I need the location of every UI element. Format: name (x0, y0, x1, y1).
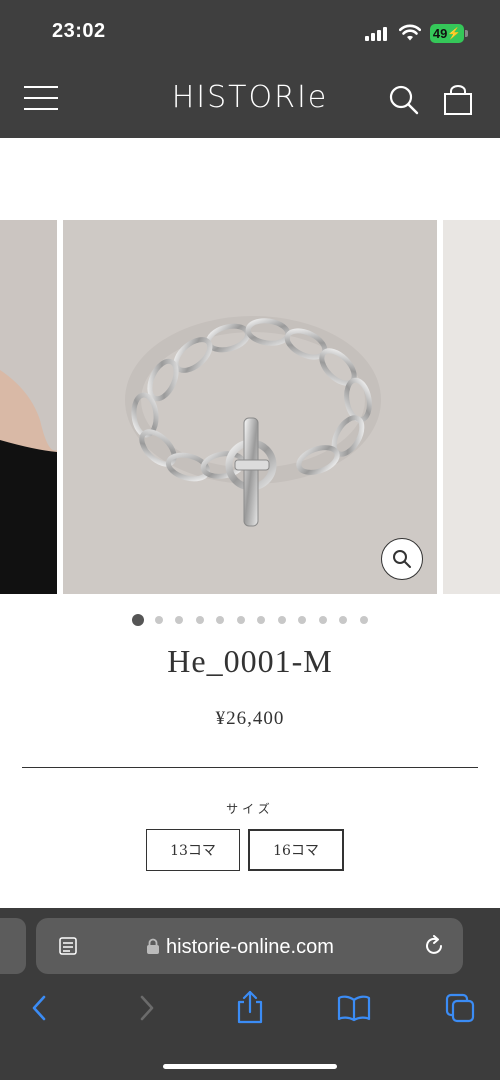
product-image-carousel[interactable] (0, 220, 500, 594)
back-icon[interactable] (28, 994, 50, 1022)
address-bar[interactable]: historie-online.com (36, 918, 463, 974)
size-option-13[interactable]: 13コマ (146, 829, 240, 871)
product-title: He_0001-M (167, 643, 333, 679)
carousel-dot[interactable] (277, 616, 286, 624)
carousel-dot[interactable] (359, 616, 368, 624)
menu-icon (24, 86, 58, 88)
main-slide-image[interactable] (63, 220, 437, 594)
product-price: ¥26,400 (215, 708, 285, 729)
size-option-16-selected[interactable]: 16コマ (248, 829, 344, 871)
lock-icon (147, 938, 159, 954)
search-icon[interactable] (388, 84, 420, 116)
menu-button[interactable] (24, 86, 58, 112)
carousel-dot[interactable] (132, 614, 144, 626)
previous-slide-image[interactable] (0, 220, 57, 594)
share-icon[interactable] (235, 990, 265, 1024)
bookmarks-icon[interactable] (337, 994, 371, 1022)
status-time: 23:02 (52, 20, 106, 42)
carousel-dot[interactable] (216, 616, 224, 624)
cellular-signal-icon (365, 27, 391, 41)
carousel-pagination[interactable] (0, 614, 500, 626)
divider (22, 767, 478, 768)
top-bar: 23:02 49 ⚡ HISTORIe (0, 0, 500, 138)
reader-icon[interactable] (58, 936, 78, 956)
size-label: サイズ (226, 802, 274, 816)
battery-indicator: 49 ⚡ (430, 24, 464, 43)
carousel-dot[interactable] (175, 616, 183, 624)
carousel-dot[interactable] (318, 616, 327, 624)
bracelet-image (63, 220, 437, 594)
forward-icon[interactable] (136, 994, 158, 1022)
reload-icon[interactable] (423, 935, 445, 957)
carousel-dot[interactable] (195, 616, 204, 624)
next-slide-image[interactable] (443, 220, 500, 594)
cart-icon[interactable] (442, 84, 474, 116)
carousel-dot[interactable] (298, 616, 306, 624)
carousel-dot[interactable] (154, 616, 163, 624)
home-indicator (163, 1064, 337, 1069)
previous-tab-preview[interactable] (0, 918, 26, 974)
brand-logo[interactable]: HISTORIe (150, 80, 350, 115)
carousel-dot[interactable] (257, 616, 265, 624)
zoom-icon (393, 550, 411, 568)
carousel-dot[interactable] (236, 616, 245, 624)
browser-toolbar: historie-online.com (0, 908, 500, 1080)
battery-level: 49 (432, 26, 448, 41)
battery-cap (465, 30, 468, 37)
url-text: historie-online.com (166, 936, 334, 958)
zoom-button[interactable] (381, 538, 423, 580)
model-photo (0, 220, 57, 594)
wifi-icon (399, 24, 421, 41)
tabs-icon[interactable] (444, 992, 476, 1024)
carousel-dot[interactable] (339, 616, 347, 624)
